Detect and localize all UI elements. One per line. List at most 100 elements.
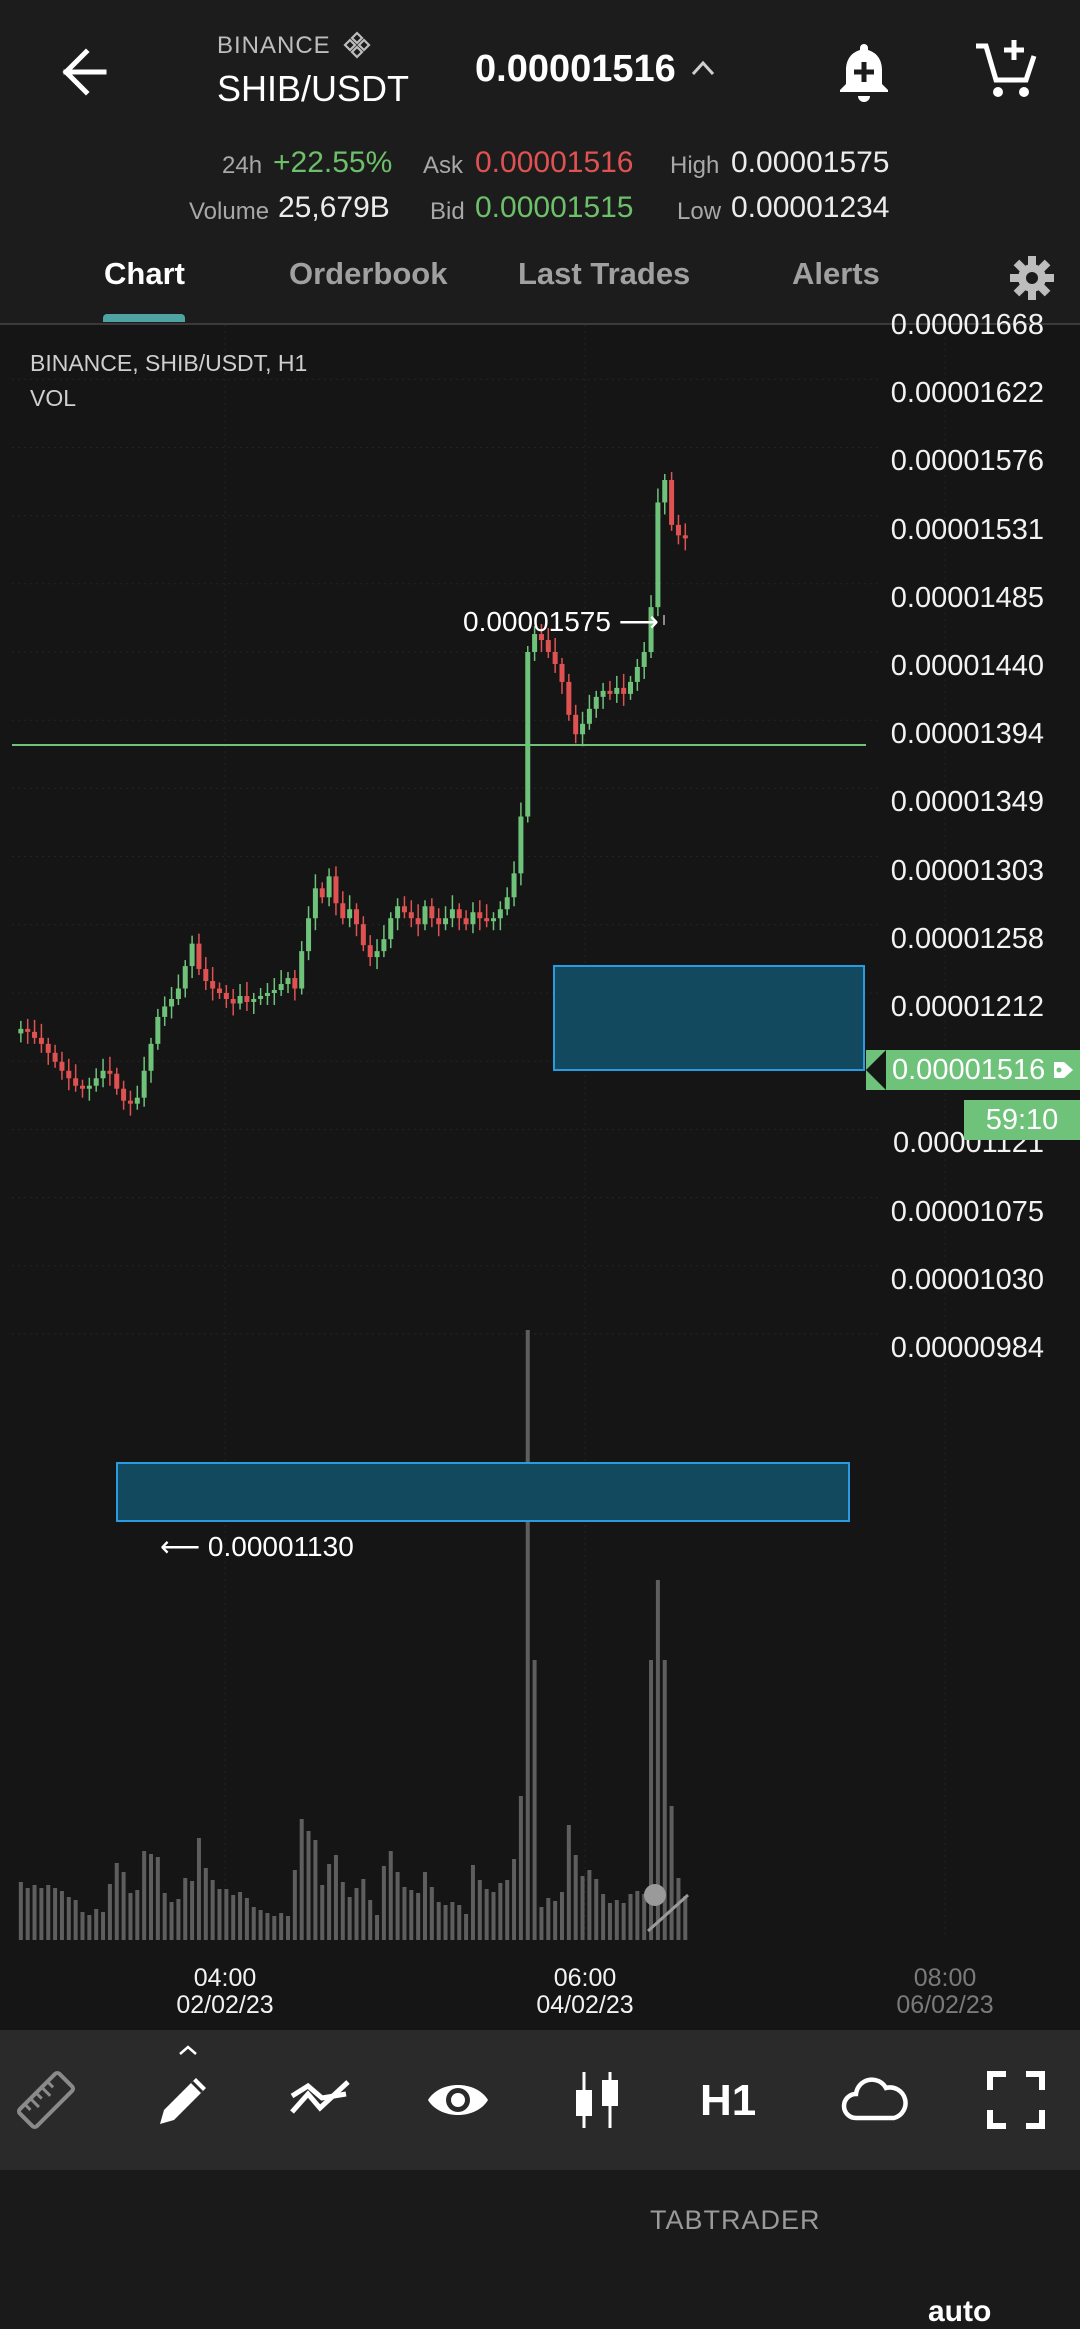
candle-body — [93, 1078, 99, 1086]
candle-body — [628, 681, 633, 694]
candles-icon[interactable] — [566, 2068, 630, 2132]
volume-bar — [176, 1899, 181, 1940]
candle-body — [347, 909, 353, 919]
volume-bar — [59, 1891, 64, 1940]
add-alert-bell-icon[interactable] — [836, 40, 892, 102]
candle-body — [134, 1097, 140, 1104]
candle-body — [86, 1085, 92, 1089]
candle-body — [600, 690, 606, 697]
auto-scale-toggle[interactable]: auto — [928, 2295, 991, 2329]
candle-body — [470, 912, 476, 925]
candle-body — [634, 666, 640, 682]
volume-bar — [347, 1897, 352, 1940]
pair-name[interactable]: SHIB/USDT — [217, 68, 409, 110]
volume-bar — [683, 1896, 688, 1940]
volume-bar — [73, 1900, 78, 1940]
volume-bar — [46, 1885, 51, 1940]
volume-bar — [149, 1854, 153, 1940]
candle-body — [217, 988, 222, 993]
y-axis-tick-label: 0.00001349 — [890, 786, 1044, 819]
low-value: 0.00001234 — [731, 191, 890, 224]
chevron-up-icon[interactable] — [690, 58, 716, 78]
volume-bar — [566, 1825, 571, 1940]
high-label: High — [670, 152, 720, 179]
volume-bar — [114, 1863, 119, 1940]
y-axis-tick-label: 0.00000984 — [890, 1332, 1044, 1364]
candle-body — [326, 876, 332, 898]
indicators-icon[interactable] — [288, 2068, 352, 2132]
volume-bar — [669, 1806, 674, 1940]
candle-body — [367, 945, 373, 958]
candle-body — [182, 966, 188, 989]
candle-body — [114, 1073, 120, 1089]
candle-body — [669, 480, 675, 525]
candle-body — [360, 924, 366, 946]
volume-bar — [94, 1909, 99, 1940]
volume-bar — [464, 1914, 469, 1940]
eye-icon[interactable] — [426, 2068, 490, 2132]
volume-bar — [607, 1903, 612, 1940]
gear-icon[interactable] — [1008, 254, 1056, 302]
ask-label: Ask — [423, 152, 464, 179]
volume-bar — [210, 1880, 215, 1940]
ruler-icon[interactable] — [14, 2068, 78, 2132]
volume-bar — [560, 1892, 564, 1940]
volume-bar — [388, 1851, 393, 1940]
current-price-tag: 0.00001516 — [866, 1050, 1080, 1090]
change-label: 24h — [222, 152, 263, 179]
current-price-line — [12, 615, 866, 746]
chevron-up-icon[interactable] — [178, 2044, 198, 2056]
tab-chart[interactable]: Chart — [104, 256, 185, 292]
candle-body — [319, 888, 325, 898]
add-to-cart-icon[interactable] — [974, 38, 1038, 102]
candle-body — [552, 652, 558, 664]
candle-body — [388, 918, 394, 940]
tab-alerts[interactable]: Alerts — [792, 256, 880, 292]
candle-body — [107, 1070, 113, 1074]
watermark: TABTRADER — [650, 2205, 821, 2235]
y-axis-tick-label: 0.00001394 — [890, 718, 1044, 751]
y-axis-tick-label: 0.00001258 — [890, 922, 1044, 955]
y-axis-tick-label: 0.00001622 — [890, 377, 1044, 410]
pencil-icon[interactable] — [152, 2068, 216, 2132]
volume-bar — [614, 1900, 619, 1940]
y-axis-tick-label: 0.00001440 — [890, 650, 1044, 682]
candle-body — [251, 998, 257, 1002]
volume-bar — [601, 1894, 606, 1940]
volume-bar — [381, 1866, 386, 1940]
volume-bar — [587, 1870, 592, 1940]
candle-body — [196, 943, 202, 970]
timeframe-selector[interactable]: H1 — [700, 2076, 756, 2126]
volume-bar — [217, 1889, 222, 1940]
volume-bar — [498, 1883, 503, 1940]
fullscreen-icon[interactable] — [984, 2068, 1048, 2132]
candle-countdown: 59:10 — [964, 1100, 1080, 1140]
volume-bar — [676, 1878, 681, 1940]
zone-boxes — [116, 965, 865, 1522]
volume-bar — [238, 1892, 243, 1940]
candle-body — [484, 918, 490, 922]
price-chart[interactable]: BINANCE, SHIB/USDT, H1 VOL 0.00001668 0.0… — [0, 309, 1080, 2328]
candle-body — [210, 981, 216, 989]
candle-body — [511, 873, 517, 898]
volume-bar — [518, 1796, 523, 1940]
volume-bar — [128, 1893, 133, 1940]
candle-body — [614, 687, 620, 694]
volume-bar — [457, 1905, 462, 1940]
volume-bar — [272, 1916, 277, 1940]
tab-orderbook[interactable]: Orderbook — [289, 256, 447, 292]
candle-body — [422, 906, 428, 925]
volume-bar — [375, 1915, 380, 1940]
cloud-icon[interactable] — [838, 2068, 910, 2132]
current-price-value: 0.00001516 — [892, 1054, 1046, 1086]
volume-bar — [313, 1840, 318, 1940]
candle-body — [449, 909, 455, 919]
candle-body — [607, 690, 613, 694]
candle-body — [429, 906, 435, 919]
candle-body — [25, 1028, 31, 1032]
volume-bars — [18, 1330, 690, 1940]
tab-last-trades[interactable]: Last Trades — [518, 256, 690, 292]
chart-canvas[interactable] — [0, 325, 1080, 2030]
candle-body — [354, 909, 359, 925]
back-arrow-icon[interactable] — [52, 42, 112, 102]
